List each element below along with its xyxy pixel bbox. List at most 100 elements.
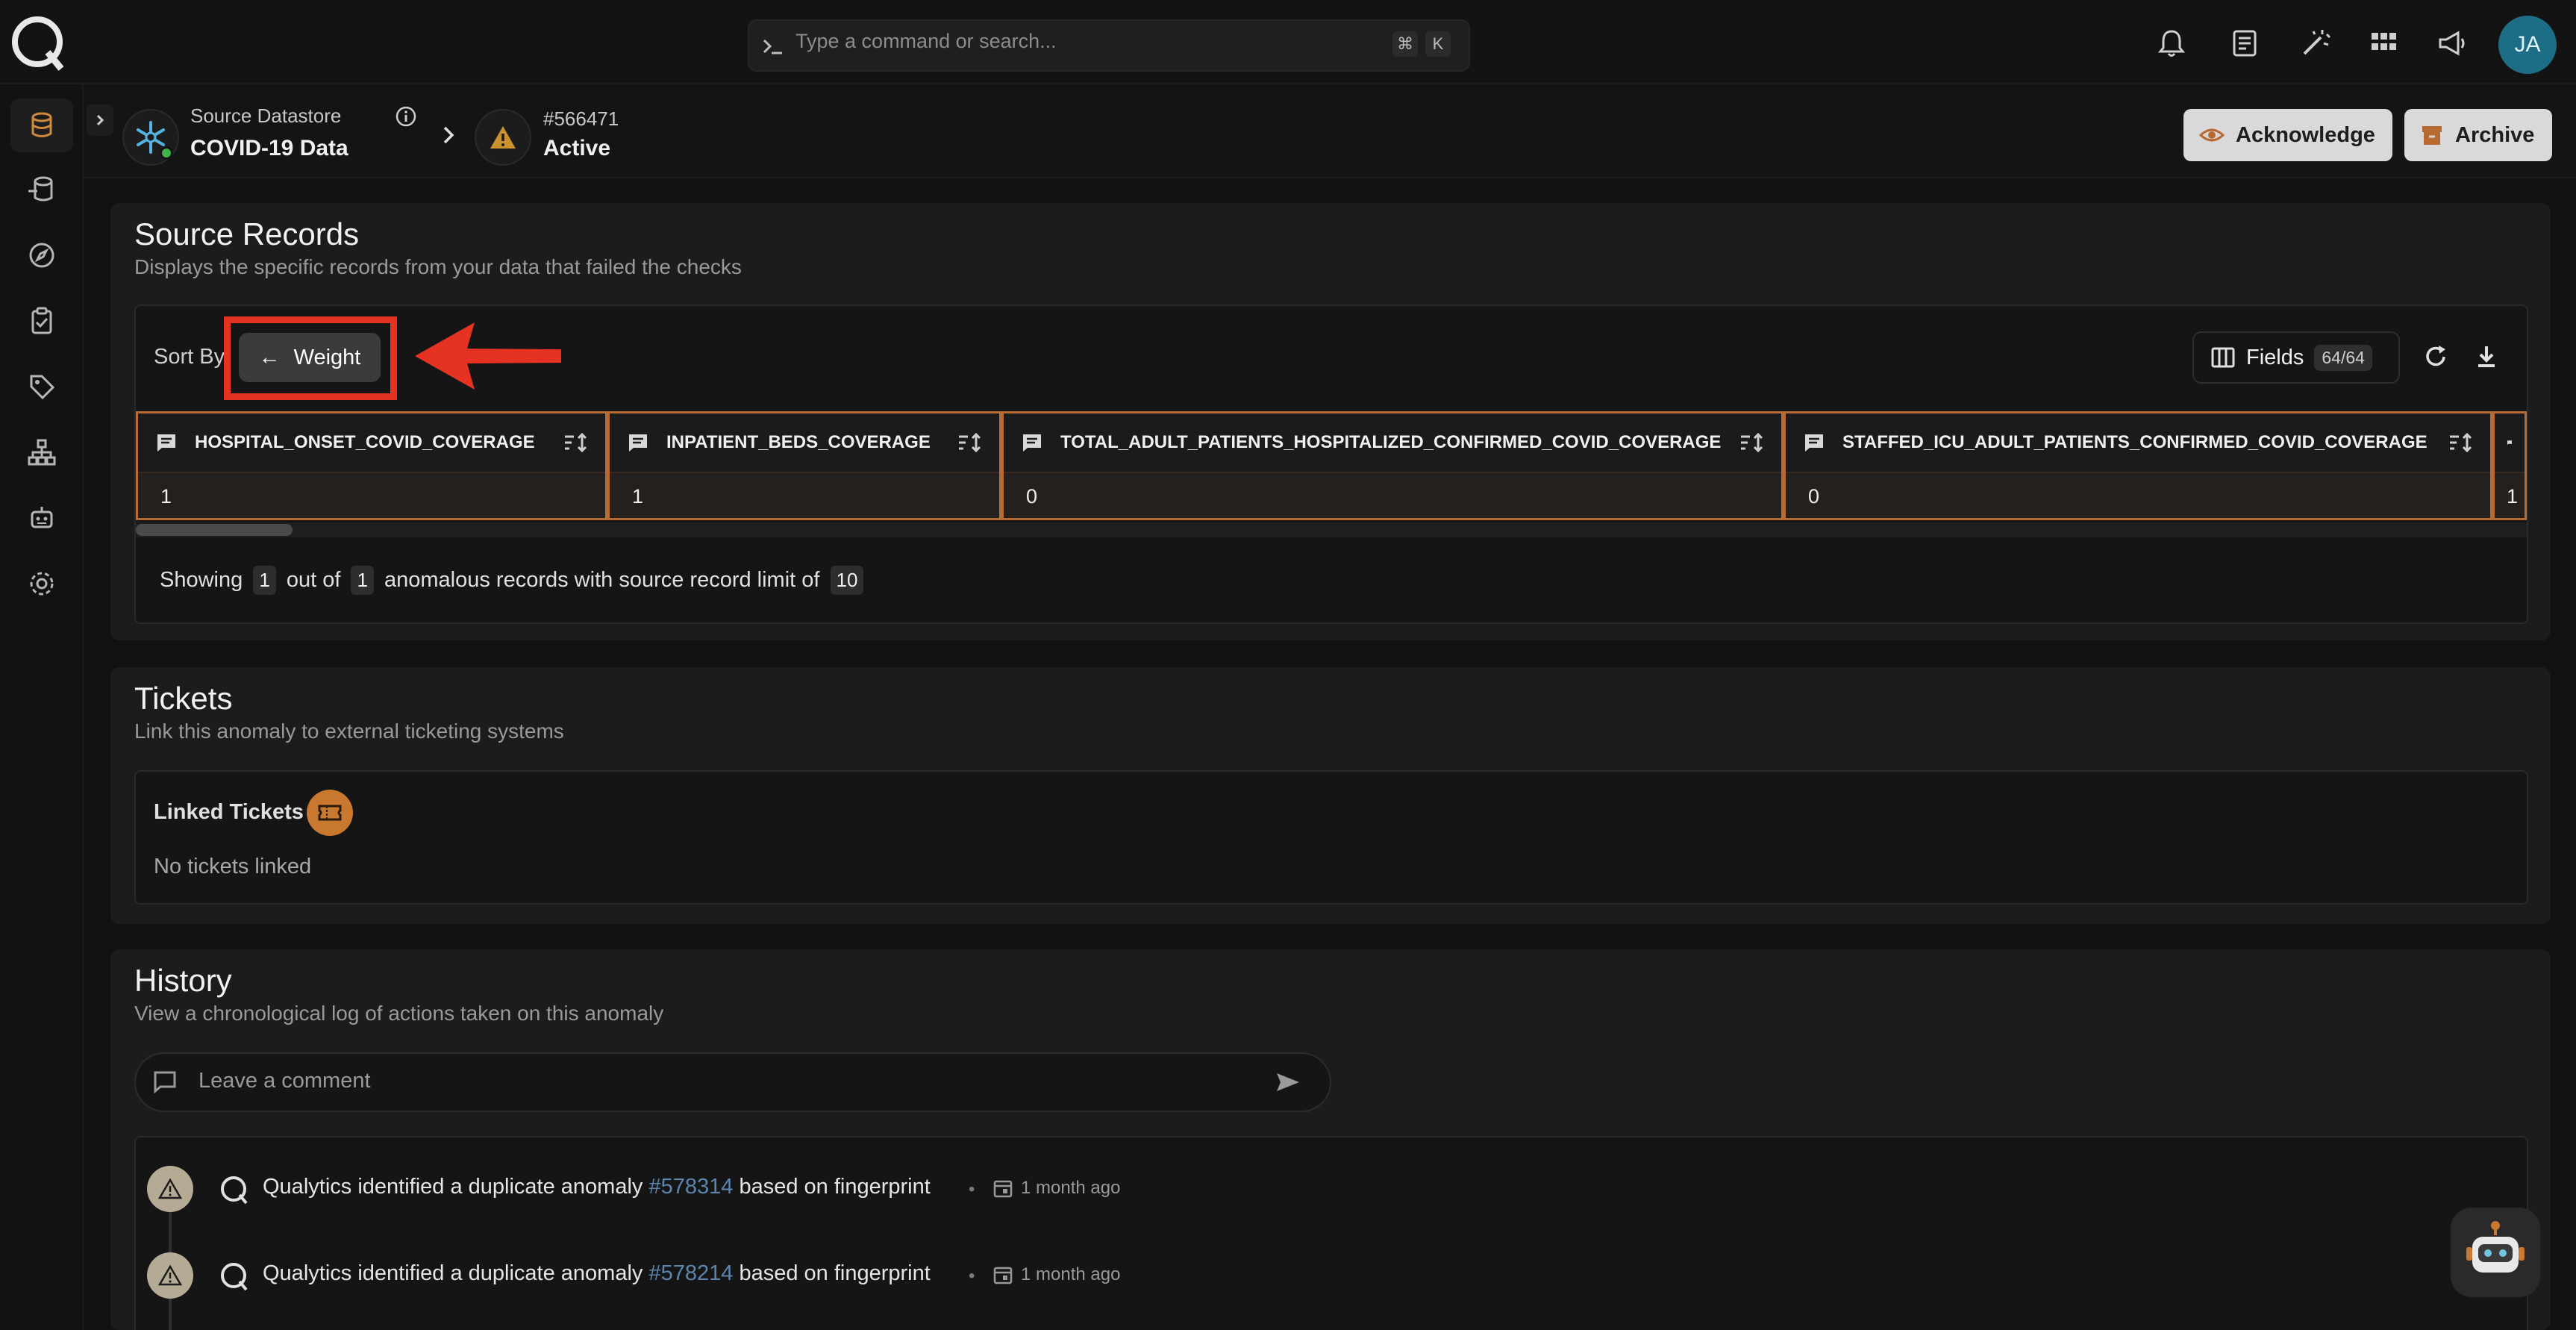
comment-icon <box>152 1069 178 1094</box>
hierarchy-icon <box>28 439 56 466</box>
red-arrow-annotation <box>415 322 564 390</box>
archive-icon <box>2422 126 2442 145</box>
comment-placeholder[interactable]: Leave a comment <box>198 1069 371 1093</box>
history-entry-time: 1 month ago <box>1021 1264 1121 1284</box>
megaphone-icon[interactable] <box>2433 24 2472 63</box>
records-summary: Showing 1 out of 1 anomalous records wit… <box>160 566 868 595</box>
comment-icon <box>629 434 647 452</box>
sort-icon <box>959 432 981 453</box>
search-input[interactable]: Type a command or search... <box>795 30 1057 53</box>
history-entry-time: 1 month ago <box>1021 1178 1121 1198</box>
archive-label: Archive <box>2455 122 2535 147</box>
summary-total: 1 <box>351 566 374 595</box>
scrollbar-thumb[interactable] <box>136 524 293 536</box>
qualytics-mini-logo-icon <box>218 1260 251 1293</box>
send-icon[interactable] <box>1275 1069 1301 1096</box>
history-log-panel <box>134 1136 2528 1330</box>
sidebar-item-agents[interactable] <box>10 491 73 545</box>
database-icon <box>31 112 52 137</box>
apps-grid-icon[interactable] <box>2364 24 2403 63</box>
bullet-separator: • <box>969 1179 975 1199</box>
fields-button[interactable]: Fields 64/64 <box>2192 331 2400 384</box>
sidebar-item-settings[interactable] <box>10 557 73 611</box>
history-entry-text: Qualytics identified a duplicate anomaly… <box>263 1175 931 1199</box>
column-inpatient-beds[interactable]: INPATIENT_BEDS_COVERAGE 1 <box>607 411 1001 520</box>
columns-icon <box>2211 347 2235 368</box>
comment-icon <box>1805 434 1823 452</box>
acknowledge-label: Acknowledge <box>2236 122 2375 147</box>
comment-icon <box>1023 434 1041 452</box>
database-arrow-icon <box>28 176 53 202</box>
eye-icon <box>2198 128 2225 142</box>
ticket-icon[interactable] <box>307 790 353 836</box>
highlight-box <box>224 316 397 400</box>
linked-tickets-panel <box>134 770 2528 905</box>
info-icon[interactable] <box>394 104 418 128</box>
no-tickets-text: No tickets linked <box>154 855 312 878</box>
sidebar-item-enrichment[interactable] <box>10 163 73 216</box>
summary-mid: out of <box>286 568 341 592</box>
warning-icon <box>475 109 531 166</box>
magic-wand-icon[interactable] <box>2295 24 2334 63</box>
document-icon[interactable] <box>2225 24 2264 63</box>
tag-icon <box>30 375 55 400</box>
history-entry-text: Qualytics identified a duplicate anomaly… <box>263 1261 931 1286</box>
column-header: HOSPITAL_ONSET_COVID_COVERAGE <box>195 432 535 452</box>
cell-value: 1 <box>2495 473 2525 518</box>
sidebar-item-checks[interactable] <box>10 294 73 348</box>
calendar-icon <box>992 1264 1013 1285</box>
sidebar-item-explore[interactable] <box>10 228 73 282</box>
qualytics-mini-logo-icon <box>218 1173 251 1206</box>
datastore-label: Source Datastore <box>190 104 342 127</box>
column-partial[interactable]: 1 <box>2492 411 2527 520</box>
source-records-subtitle: Displays the specific records from your … <box>134 255 742 278</box>
summary-suffix: anomalous records with source record lim… <box>384 568 820 592</box>
history-title: History <box>134 963 232 998</box>
calendar-icon <box>992 1178 1013 1199</box>
sidebar-expand-button[interactable] <box>87 104 113 136</box>
sort-icon <box>1741 432 1763 453</box>
history-warning-icon <box>147 1252 193 1299</box>
assistant-bot-button[interactable] <box>2451 1208 2540 1297</box>
sidebar-item-lineage[interactable] <box>10 425 73 479</box>
sidebar-item-datastores[interactable] <box>10 99 73 152</box>
anomaly-status: Active <box>543 136 611 160</box>
horizontal-scrollbar[interactable] <box>136 522 2527 537</box>
acknowledge-button[interactable]: Acknowledge <box>2183 109 2392 161</box>
comment-icon <box>157 434 175 452</box>
bell-icon[interactable] <box>2152 24 2191 63</box>
kbd-k: K <box>1425 31 1451 57</box>
archive-button[interactable]: Archive <box>2404 109 2552 161</box>
sort-icon <box>2450 432 2472 453</box>
sidebar-item-tags[interactable] <box>10 360 73 413</box>
source-records-title: Source Records <box>134 216 360 252</box>
gear-icon <box>30 572 54 596</box>
fields-label: Fields <box>2246 345 2304 369</box>
summary-limit: 10 <box>830 566 864 595</box>
anomaly-link[interactable]: #578214 <box>648 1261 733 1285</box>
fields-count-badge: 64/64 <box>2314 344 2372 371</box>
cell-value: 0 <box>1004 473 1781 518</box>
robot-icon <box>31 507 53 528</box>
clipboard-check-icon <box>31 307 52 334</box>
column-total-adult[interactable]: TOTAL_ADULT_PATIENTS_HOSPITALIZED_CONFIR… <box>1001 411 1783 520</box>
refresh-icon[interactable] <box>2421 342 2451 372</box>
history-entry-suffix: based on fingerprint <box>739 1175 931 1199</box>
user-avatar[interactable]: JA <box>2498 16 2557 74</box>
column-hospital-onset[interactable]: HOSPITAL_ONSET_COVID_COVERAGE 1 <box>136 411 607 520</box>
breadcrumb-chevron-icon <box>437 124 460 146</box>
terminal-prompt-icon <box>760 33 787 60</box>
anomaly-link[interactable]: #578314 <box>648 1175 733 1199</box>
history-subtitle: View a chronological log of actions take… <box>134 1002 664 1025</box>
download-icon[interactable] <box>2472 342 2501 372</box>
datastore-name[interactable]: COVID-19 Data <box>190 136 348 161</box>
sort-icon <box>565 432 587 453</box>
column-header: TOTAL_ADULT_PATIENTS_HOSPITALIZED_CONFIR… <box>1060 432 1722 452</box>
history-entry-message: Qualytics identified a duplicate anomaly <box>263 1175 643 1199</box>
column-staffed-icu[interactable]: STAFFED_ICU_ADULT_PATIENTS_CONFIRMED_COV… <box>1783 411 2492 520</box>
column-header: INPATIENT_BEDS_COVERAGE <box>666 432 931 452</box>
summary-prefix: Showing <box>160 568 243 592</box>
history-entry-suffix: based on fingerprint <box>739 1261 931 1285</box>
comment-icon <box>2507 440 2512 445</box>
qualytics-logo-icon[interactable] <box>9 13 69 73</box>
